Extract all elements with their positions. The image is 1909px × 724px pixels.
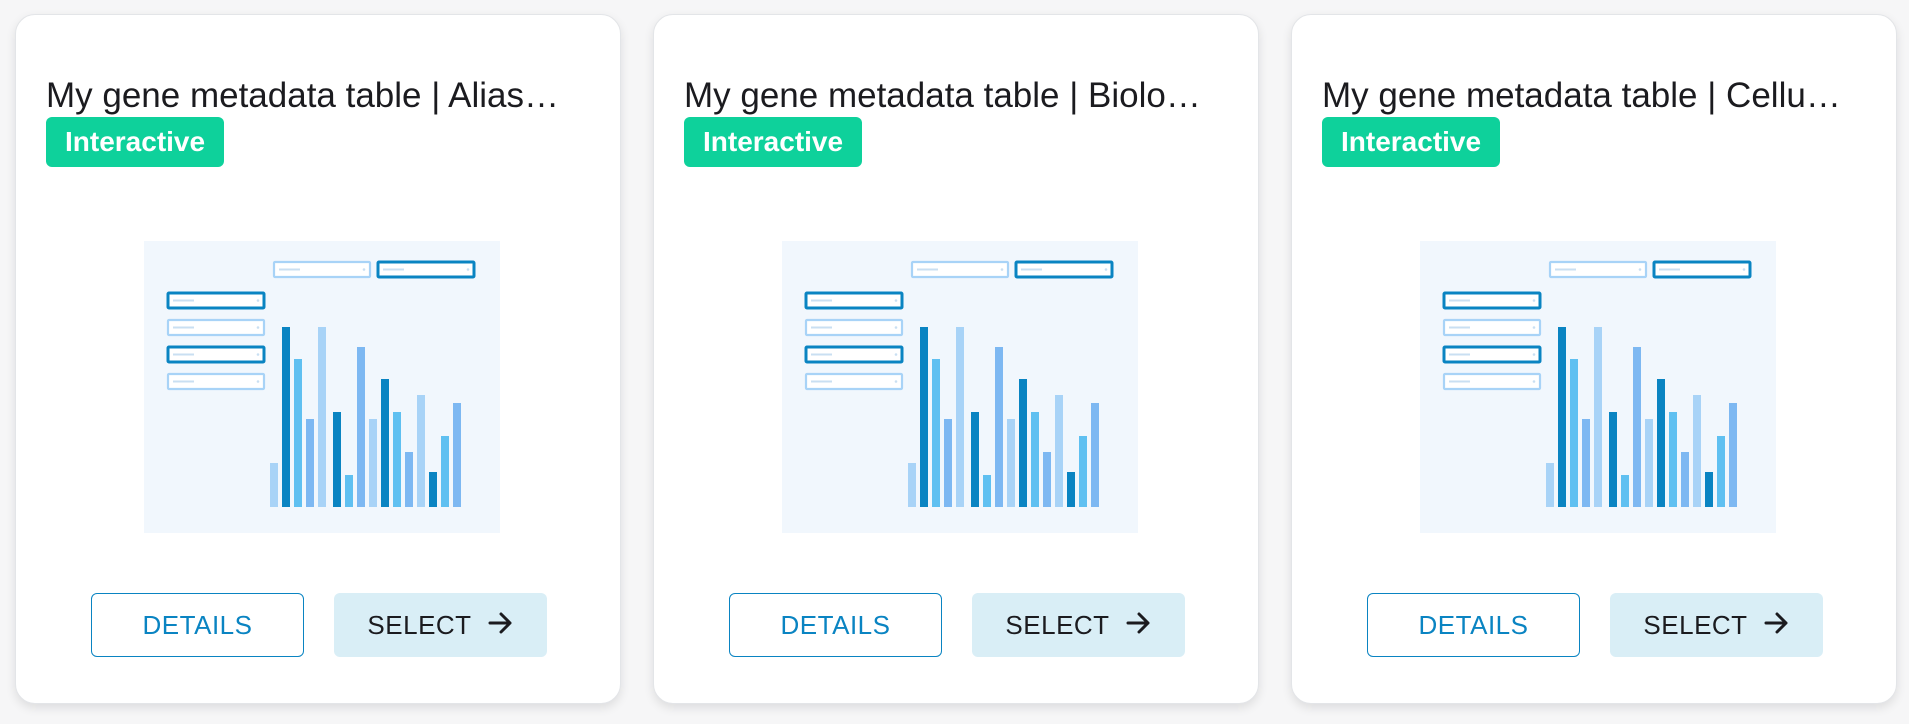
chart-preview-icon [144, 241, 500, 533]
details-button-label: DETAILS [142, 609, 253, 640]
details-button[interactable]: DETAILS [91, 593, 304, 657]
details-button-label: DETAILS [1418, 609, 1529, 640]
select-button[interactable]: SELECT [1610, 593, 1823, 657]
select-button[interactable]: SELECT [334, 593, 547, 657]
select-button[interactable]: SELECT [972, 593, 1185, 657]
chart-preview-icon [782, 241, 1138, 533]
select-button-label: SELECT [1005, 609, 1110, 640]
widget-card[interactable]: My gene metadata table | Cellu… Interact… [1291, 14, 1897, 704]
select-button-label: SELECT [1643, 609, 1748, 640]
widget-card[interactable]: My gene metadata table | Biolo… Interact… [653, 14, 1259, 704]
card-title: My gene metadata table | Cellu… [1322, 76, 1841, 115]
interactive-badge: Interactive [1322, 117, 1501, 167]
card-title: My gene metadata table | Biolo… [684, 76, 1201, 115]
select-button-label: SELECT [367, 609, 472, 640]
details-button[interactable]: DETAILS [1367, 593, 1580, 657]
arrow-right-icon [488, 610, 514, 641]
details-button[interactable]: DETAILS [729, 593, 942, 657]
arrow-right-icon [1126, 610, 1152, 641]
widget-card[interactable]: My gene metadata table | Alias… Interact… [15, 14, 621, 704]
interactive-badge: Interactive [684, 117, 863, 167]
chart-preview-icon [1420, 241, 1776, 533]
card-title: My gene metadata table | Alias… [46, 76, 559, 115]
interactive-badge: Interactive [46, 117, 225, 167]
details-button-label: DETAILS [780, 609, 891, 640]
card-grid: My gene metadata table | Alias… Interact… [0, 0, 1909, 724]
arrow-right-icon [1764, 610, 1790, 641]
